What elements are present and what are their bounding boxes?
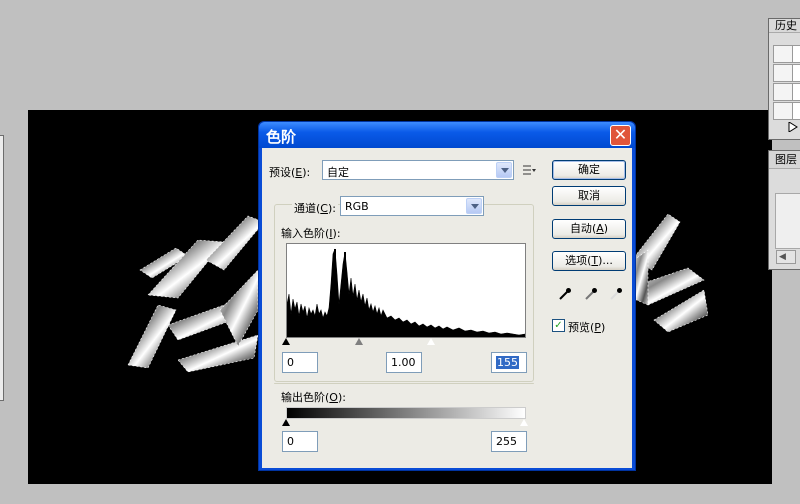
dialog-client: 预设(E): 自定 确定 取消 自动(A) 选项(T)... ✓ 预览(P) 通…	[262, 148, 632, 468]
input-white-field[interactable]: 155	[491, 352, 527, 373]
history-panel-title: 历史	[769, 19, 800, 33]
preset-label: 预设(E):	[269, 166, 311, 179]
input-black-slider[interactable]	[282, 338, 290, 345]
input-white-slider[interactable]	[426, 337, 436, 346]
ok-button[interactable]: 确定	[552, 160, 626, 180]
output-white-field[interactable]: 255	[491, 431, 527, 452]
options-button[interactable]: 选项(T)...	[552, 251, 626, 271]
output-gradient-bar	[286, 407, 526, 419]
histogram-graph	[286, 248, 526, 338]
channel-label: 通道(C):	[292, 200, 338, 216]
preset-select[interactable]: 自定	[322, 160, 514, 180]
input-gamma-slider[interactable]	[355, 338, 363, 345]
channel-select[interactable]: RGB	[340, 196, 484, 216]
tool-panel-edge	[0, 135, 4, 401]
chevron-down-icon[interactable]	[466, 198, 482, 214]
layers-list[interactable]	[775, 193, 800, 249]
chevron-down-icon[interactable]	[496, 162, 512, 178]
cancel-button[interactable]: 取消	[552, 186, 626, 206]
history-row[interactable]	[773, 64, 800, 82]
close-button[interactable]: ✕	[610, 125, 631, 146]
dialog-titlebar[interactable]: 色阶 ✕	[259, 122, 635, 148]
input-levels-label: 输入色阶(I):	[281, 227, 341, 240]
preview-checkbox[interactable]: ✓	[552, 319, 565, 332]
layers-panel-title: 图层	[769, 151, 800, 169]
black-eyedropper-icon[interactable]	[558, 287, 572, 301]
histogram	[286, 243, 526, 338]
input-black-field[interactable]: 0	[282, 352, 318, 373]
preset-value: 自定	[327, 166, 349, 179]
history-row[interactable]	[773, 102, 800, 120]
gray-eyedropper-icon[interactable]	[584, 287, 598, 301]
input-gamma-field[interactable]: 1.00	[386, 352, 422, 373]
preview-label: 预览(P)	[568, 321, 606, 334]
channel-value: RGB	[345, 200, 369, 213]
output-black-field[interactable]: 0	[282, 431, 318, 452]
auto-button[interactable]: 自动(A)	[552, 219, 626, 239]
history-row[interactable]	[773, 83, 800, 101]
history-state-arrow-icon	[788, 122, 798, 132]
layers-scroll-left-icon[interactable]: ◀	[776, 250, 796, 264]
output-divider	[274, 383, 534, 384]
history-row[interactable]	[773, 45, 800, 63]
output-black-slider[interactable]	[282, 419, 290, 426]
white-eyedropper-icon[interactable]	[609, 287, 623, 301]
close-icon: ✕	[613, 125, 628, 144]
preset-options-icon[interactable]	[522, 163, 536, 177]
output-levels-label: 输出色阶(O):	[281, 391, 346, 404]
output-white-slider[interactable]	[519, 418, 529, 427]
levels-dialog: 色阶 ✕ 预设(E): 自定 确定 取消 自动(A) 选项(T)... ✓ 预览…	[258, 121, 636, 471]
dialog-title: 色阶	[266, 128, 297, 146]
